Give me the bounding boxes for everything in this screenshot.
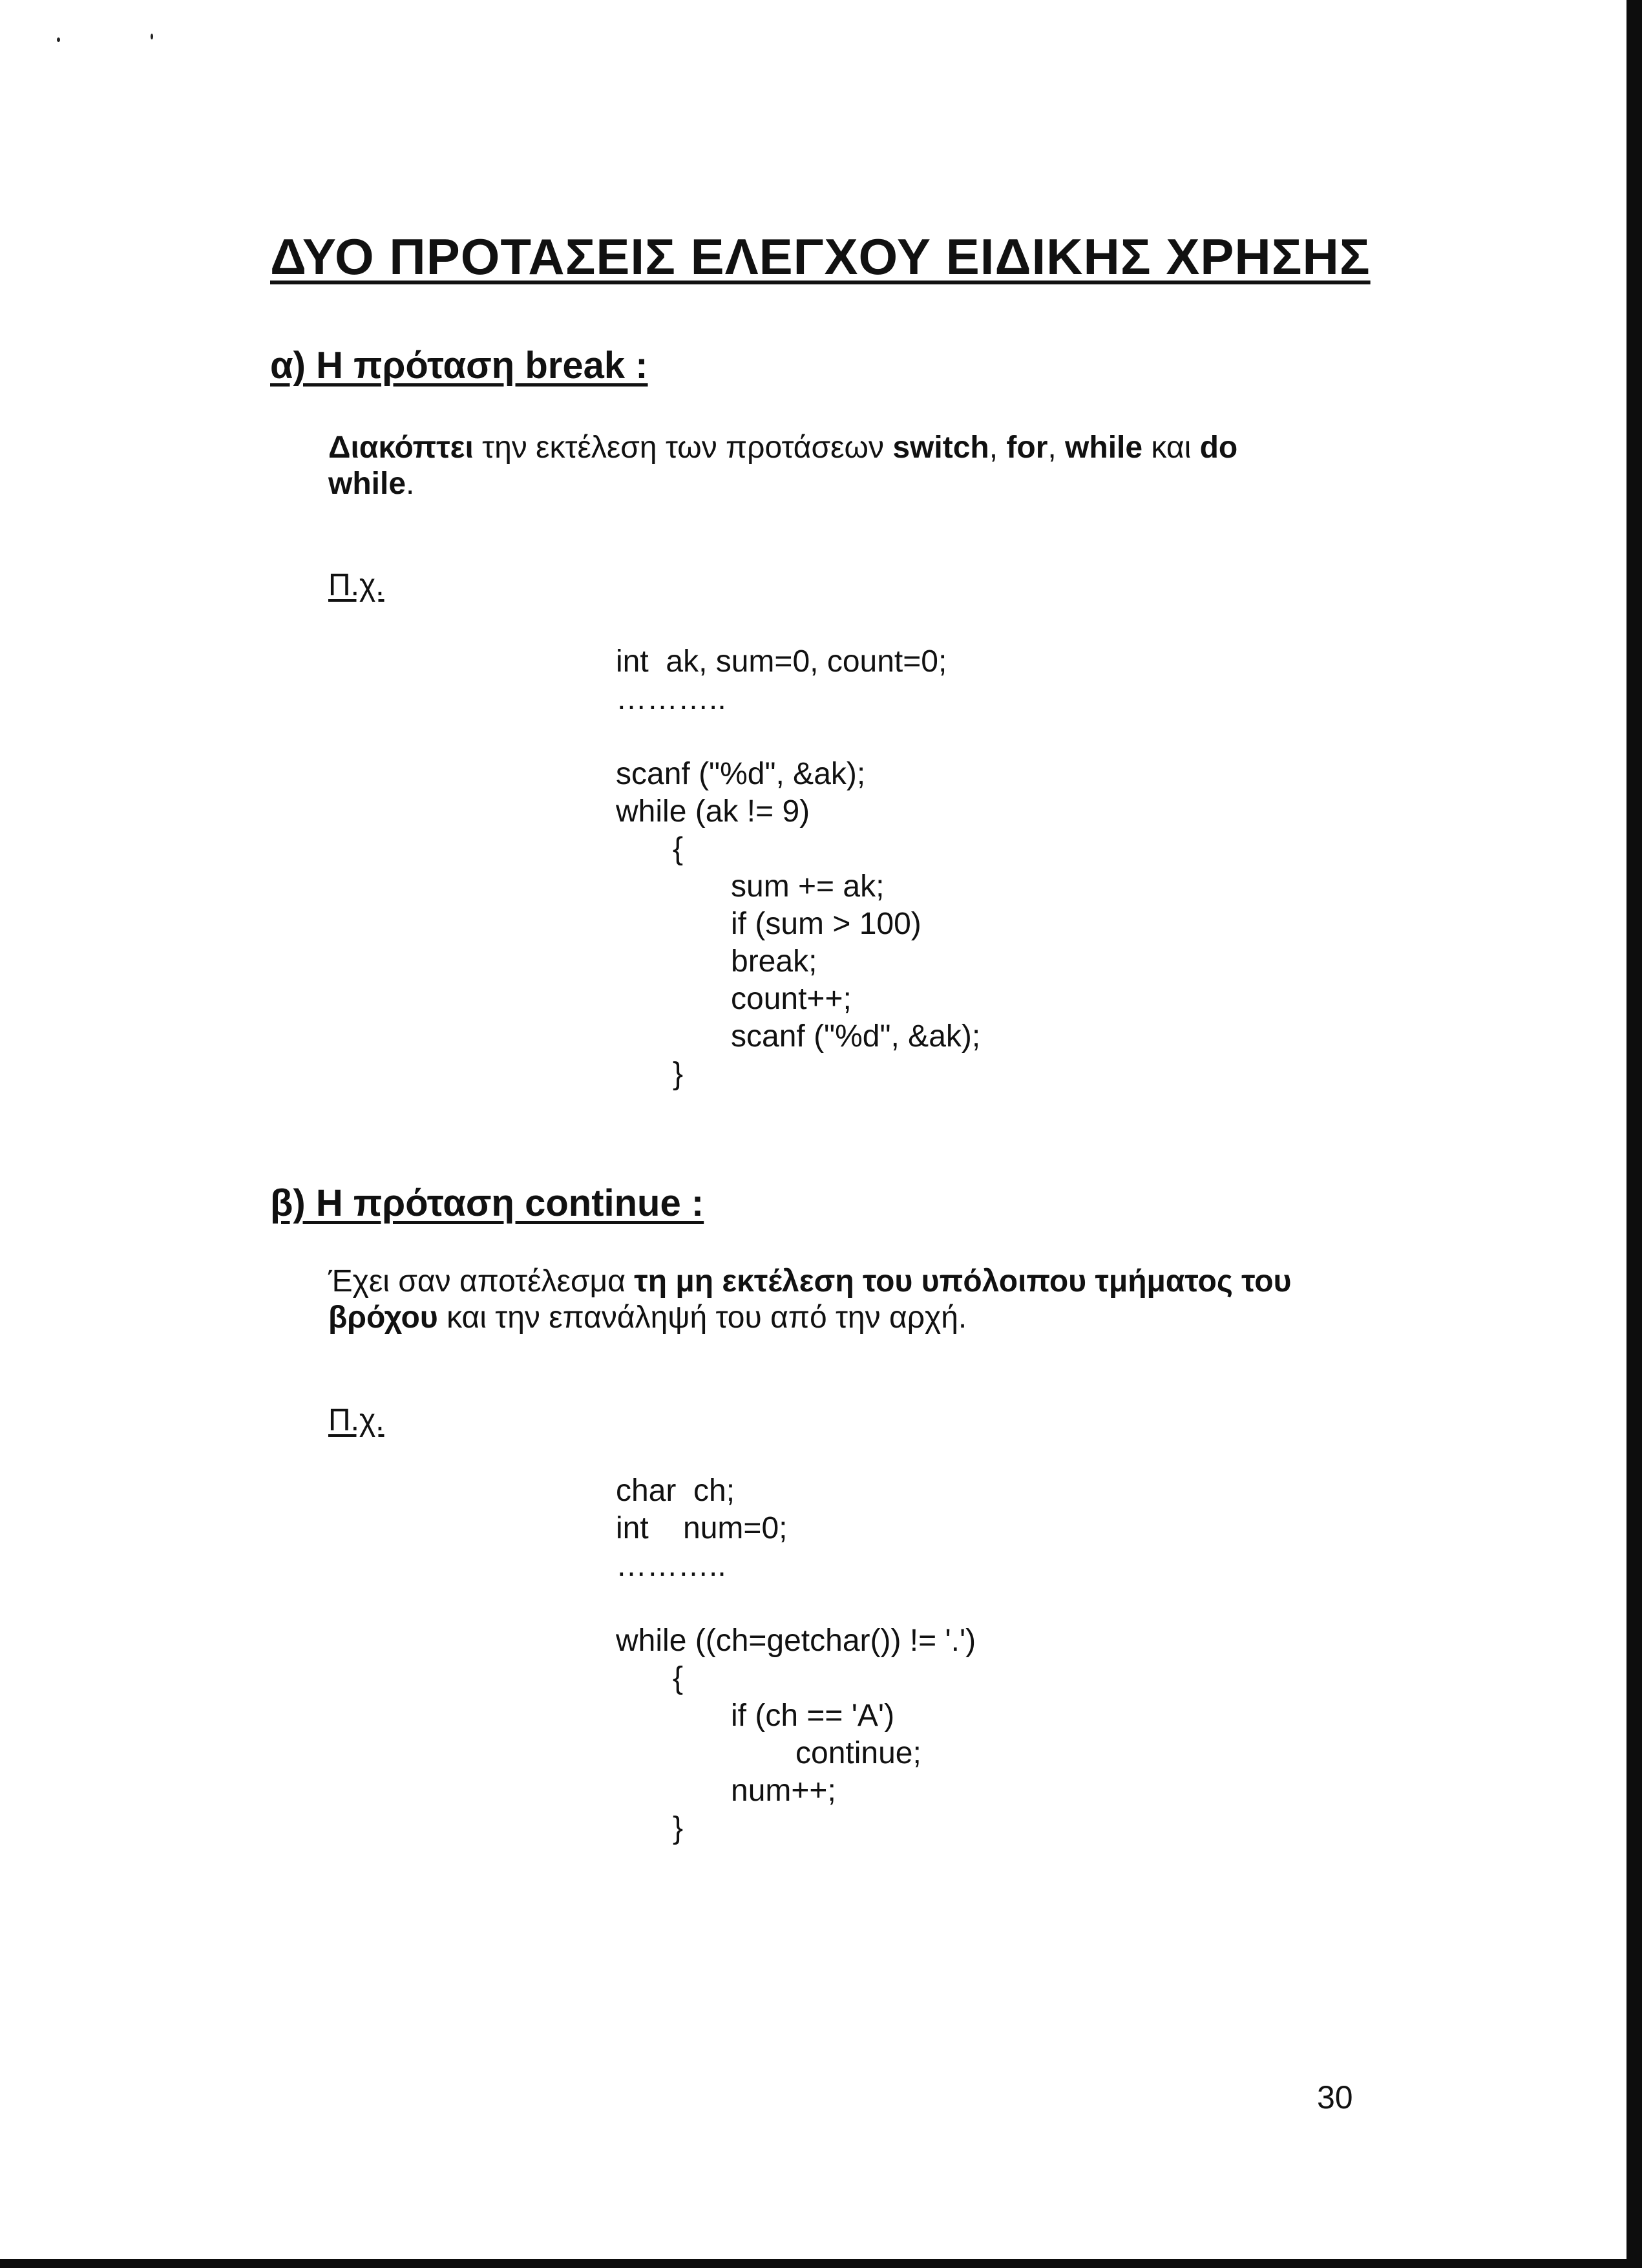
code-line: sum += ak; [731, 869, 885, 904]
code-block-break: int ak, sum=0, count=0; ……….. scanf ("%d… [616, 643, 980, 1093]
keyword-do: do [1199, 430, 1238, 465]
section-b-description: Έχει σαν αποτέλεσμα τη μη εκτέλεση του υ… [328, 1264, 1356, 1336]
code-line: if (sum > 100) [731, 907, 921, 941]
text-run: και την επανάληψή του από την αρχή. [437, 1300, 967, 1335]
text-run: την εκτέλεση των προτάσεων [473, 430, 893, 465]
description-line: while. [328, 466, 1356, 502]
code-line: ……….. [616, 682, 726, 716]
description-line: Έχει σαν αποτέλεσμα τη μη εκτέλεση του υ… [328, 1264, 1356, 1300]
text-run: Έχει σαν αποτέλεσμα [328, 1264, 635, 1298]
keyword-for: for [1006, 430, 1048, 465]
description-line: Διακόπτει την εκτέλεση των προτάσεων swi… [328, 430, 1356, 466]
bold-term: Διακόπτει [328, 430, 474, 465]
code-line: ……….. [616, 1549, 726, 1583]
bold-term: βρόχου [328, 1300, 438, 1335]
text-run: και [1142, 430, 1200, 465]
code-line: } [673, 1811, 684, 1845]
code-line: { [673, 832, 684, 866]
code-line: continue; [795, 1736, 921, 1770]
bold-phrase: τη μη εκτέλεση του υπόλοιπου τμήματος το… [634, 1264, 1292, 1298]
page-title: ΔΥΟ ΠΡΟΤΑΣΕΙΣ ΕΛΕΓΧΟΥ ΕΙΔΙΚΗΣ ΧΡΗΣΗΣ [270, 228, 1371, 285]
example-label: Π.χ. [328, 568, 384, 602]
keyword-switch: switch [892, 430, 989, 465]
description-line: βρόχου και την επανάληψή του από την αρχ… [328, 1300, 1356, 1336]
code-line: count++; [731, 982, 852, 1016]
keyword-while: while [1065, 430, 1143, 465]
text-run: . [406, 467, 415, 501]
scan-speck [57, 37, 60, 42]
code-line: num++; [731, 1774, 836, 1808]
code-line: char ch; [616, 1474, 735, 1508]
code-line: int ak, sum=0, count=0; [616, 644, 947, 679]
scan-edge-right [1626, 0, 1642, 2268]
code-line: scanf ("%d", &ak); [616, 757, 866, 791]
section-a-heading: α) Η πρόταση break : [270, 344, 648, 387]
text-run: , [1047, 430, 1066, 465]
scan-speck [151, 34, 153, 39]
section-b-heading: β) Η πρόταση continue : [270, 1182, 704, 1224]
code-line: break; [731, 944, 817, 979]
code-block-continue: char ch; int num=0; ……….. while ((ch=get… [616, 1472, 976, 1847]
keyword-while: while [328, 467, 406, 501]
page-number: 30 [1317, 2079, 1353, 2115]
example-label: Π.χ. [328, 1403, 384, 1437]
code-line: if (ch == 'A') [731, 1699, 895, 1733]
code-line: int num=0; [616, 1511, 788, 1545]
section-a-description: Διακόπτει την εκτέλεση των προτάσεων swi… [328, 430, 1356, 502]
scan-edge-bottom [0, 2259, 1642, 2268]
code-line: { [673, 1661, 684, 1695]
code-line: while ((ch=getchar()) != '.') [616, 1624, 976, 1658]
code-line: scanf ("%d", &ak); [731, 1019, 981, 1054]
code-line: while (ak != 9) [616, 794, 810, 829]
text-run: , [989, 430, 1007, 465]
code-line: } [673, 1057, 684, 1091]
